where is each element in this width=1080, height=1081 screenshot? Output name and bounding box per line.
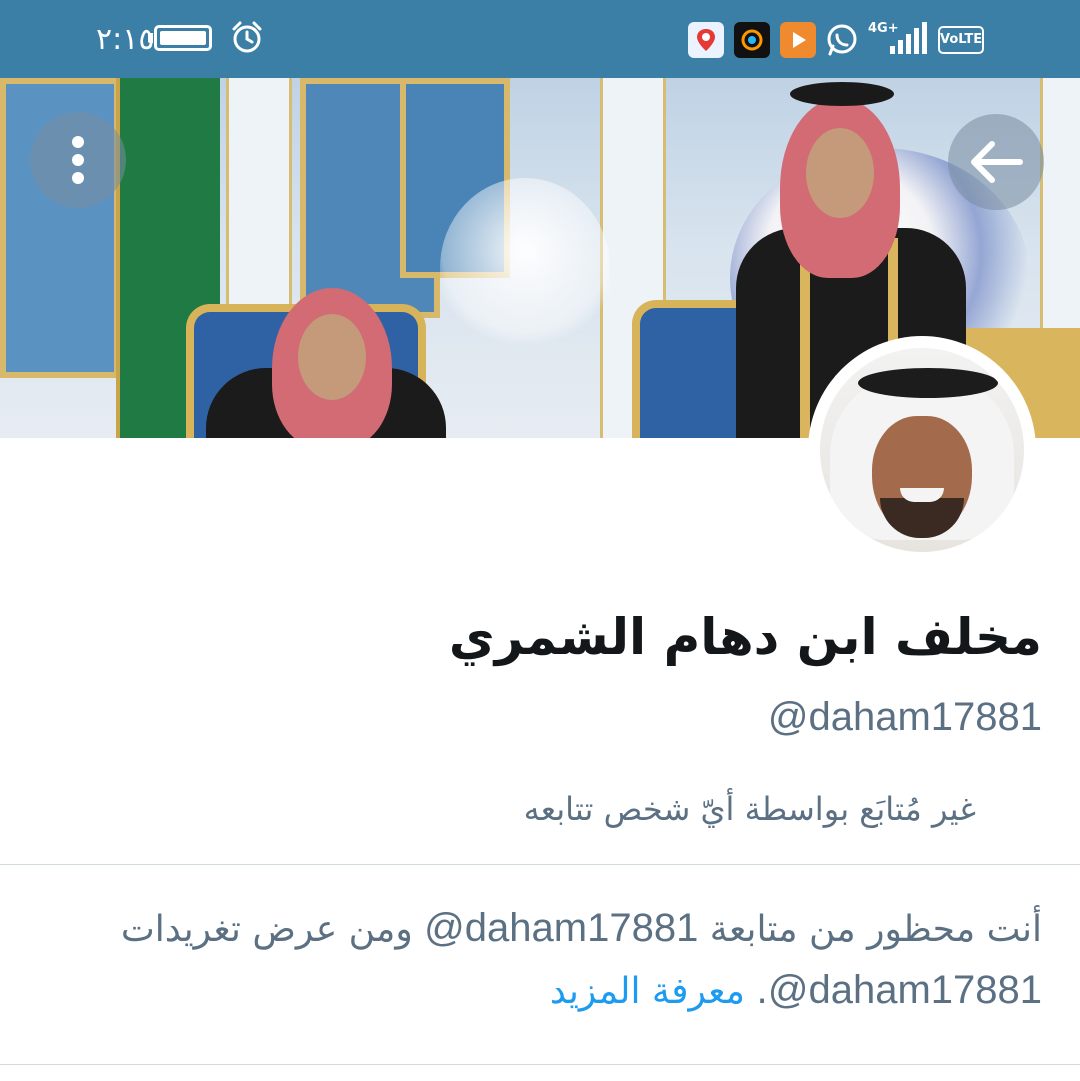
blocked-text-part1: أنت محظور من متابعة [709, 909, 1042, 950]
learn-more-link[interactable]: معرفة المزيد [550, 971, 745, 1012]
followed-by-text: غير مُتابَع بواسطة أيّ شخص تتابعه [523, 790, 976, 828]
alarm-icon [232, 21, 262, 53]
whatsapp-icon [827, 24, 857, 56]
video-app-icon [780, 22, 816, 58]
back-arrow-icon [971, 141, 1023, 183]
more-options-button[interactable] [30, 112, 126, 208]
volte-icon: VoLTE [938, 26, 984, 54]
blocked-text-part2: ومن عرض تغريدات [120, 909, 413, 950]
avatar-image [820, 348, 1024, 552]
back-button[interactable] [948, 114, 1044, 210]
game-app-icon [734, 22, 770, 58]
section-divider [0, 864, 1080, 865]
blocked-handle-1: @daham17881 [424, 906, 699, 950]
profile-display-name: مخلف ابن دهام الشمري [448, 608, 1042, 666]
standing-figure-agal [790, 82, 894, 106]
standing-figure-face [806, 128, 874, 218]
signal-icon: 4G+ [868, 21, 927, 54]
maps-app-icon [688, 22, 724, 58]
section-divider [0, 1064, 1080, 1065]
blocked-notice: أنت محظور من متابعة @daham17881 ومن عرض … [120, 906, 1042, 1012]
seated-figure-face [298, 314, 366, 400]
profile-handle: @daham17881 [767, 695, 1042, 739]
network-type-label: 4G+ [868, 21, 899, 36]
profile-avatar[interactable] [808, 336, 1036, 564]
battery-icon [148, 25, 212, 51]
status-bar: ٢:١٥ 4G+ VoLTE [0, 0, 1080, 78]
status-time: ٢:١٥ [96, 22, 155, 57]
chandelier-image [440, 178, 610, 358]
blocked-handle-2: @daham17881 [767, 968, 1042, 1012]
